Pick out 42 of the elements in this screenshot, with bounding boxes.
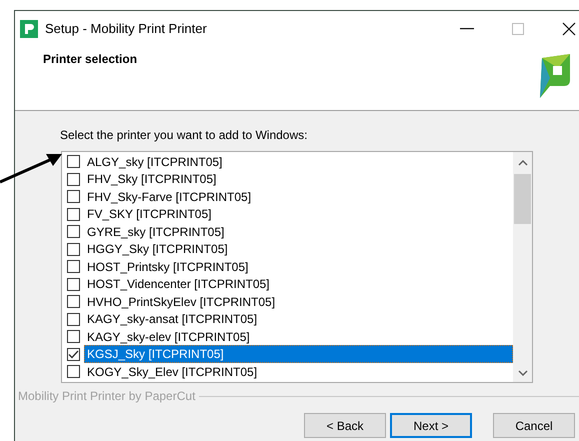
minimize-icon[interactable] <box>460 28 474 30</box>
checkbox[interactable] <box>67 155 80 168</box>
printer-item[interactable]: GYRE_sky [ITCPRINT05] <box>84 222 513 241</box>
checkbox[interactable] <box>67 260 80 274</box>
printer-item[interactable]: KAGY_sky-ansat [ITCPRINT05] <box>84 310 513 328</box>
printer-item[interactable]: ALGY_sky [ITCPRINT05] <box>84 152 513 171</box>
printer-item[interactable]: FHV_Sky-Farve [ITCPRINT05] <box>84 188 513 206</box>
printer-item[interactable]: FHV_Sky [ITCPRINT05] <box>84 170 513 188</box>
checkbox[interactable] <box>67 278 80 291</box>
printer-item[interactable]: HOST_Printsky [ITCPRINT05] <box>84 258 513 276</box>
scroll-down-icon[interactable] <box>518 370 528 376</box>
checkbox[interactable] <box>67 242 80 256</box>
checkbox[interactable] <box>67 172 80 186</box>
printer-item[interactable]: HVHO_PrintSkyElev [ITCPRINT05] <box>84 292 513 311</box>
printer-item[interactable]: HGGY_Sky [ITCPRINT05] <box>84 240 513 258</box>
printer-item[interactable]: KAGY_sky-elev [ITCPRINT05] <box>84 328 513 346</box>
checkbox[interactable] <box>67 225 80 238</box>
window-title: Setup - Mobility Print Printer <box>45 21 207 36</box>
printer-item[interactable]: HOST_Videncenter [ITCPRINT05] <box>84 275 513 294</box>
scroll-thumb[interactable] <box>514 174 531 224</box>
dialog-button[interactable]: Cancel <box>493 413 575 438</box>
printer-item[interactable]: KOGY_Sky_Elev [ITCPRINT05] <box>84 362 513 381</box>
group-label: Mobility Print Printer by PaperCut <box>18 389 196 403</box>
pointer-arrow <box>0 154 62 184</box>
dialog-button[interactable]: < Back <box>304 413 386 438</box>
printer-item[interactable]: KGSJ_Sky [ITCPRINT05] <box>84 345 513 364</box>
checkbox[interactable] <box>67 330 80 344</box>
prompt-text: Select the printer you want to add to Windows: <box>60 128 308 142</box>
app-icon <box>20 20 38 38</box>
checkbox[interactable] <box>67 348 80 361</box>
dialog-button[interactable]: Next > <box>390 413 472 438</box>
page-heading: Printer selection <box>43 52 138 66</box>
checkbox[interactable] <box>67 365 80 378</box>
close-icon[interactable] <box>562 22 576 36</box>
scrollbar[interactable] <box>513 152 532 382</box>
checkbox[interactable] <box>67 295 80 308</box>
printer-item[interactable]: FV_SKY [ITCPRINT05] <box>84 205 513 224</box>
checkbox[interactable] <box>67 190 80 204</box>
checkbox[interactable] <box>67 312 80 326</box>
checkbox[interactable] <box>67 208 80 221</box>
scroll-up-icon[interactable] <box>518 160 528 166</box>
logo-icon <box>538 54 570 98</box>
